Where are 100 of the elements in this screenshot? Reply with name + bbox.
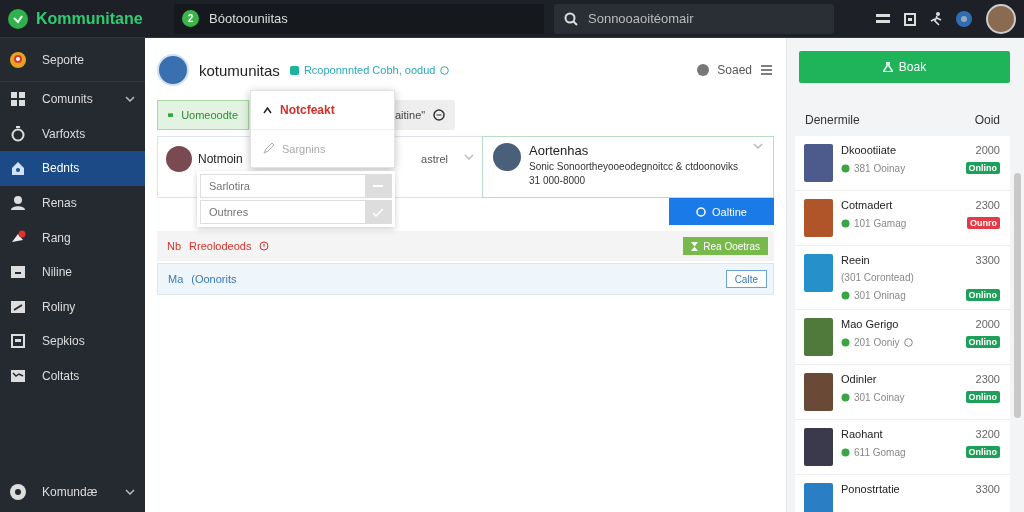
game-meta: 201 Ooniy [854,336,900,348]
check-logo-icon [8,8,28,29]
game-thumbnail [804,318,833,356]
sidebar-item[interactable]: Niline [0,254,145,290]
contact-avatar [493,143,521,171]
hourglass-icon [691,241,699,251]
game-price: 2000 [975,144,1000,156]
sidebar-item[interactable]: Comunits [0,82,145,117]
user-avatar[interactable] [986,3,1016,34]
primary-button[interactable]: Oaltine [669,198,774,225]
menu-icon[interactable] [760,64,774,76]
scrollbar[interactable] [1014,173,1021,418]
sidebar-footer-item[interactable]: Komundæ [0,472,145,512]
count-badge: 2 [182,10,199,27]
game-name: Raohant [841,428,883,440]
workspace-selector[interactable]: 2 Bóotoouniitas [174,3,544,34]
pencil-icon [263,143,274,154]
building-icon[interactable] [904,11,916,26]
game-name: Odinler [841,373,877,385]
header-action-link[interactable]: Soaed [717,63,752,77]
game-price: 3300 [975,254,1000,266]
chevron-circle-icon [433,109,446,121]
search-box[interactable]: Sonnooaoitéomair [554,3,834,34]
list-title: Denermile [805,112,860,127]
menu-item[interactable]: Notcfeakt [251,91,394,129]
contact-detail: astrel [421,153,448,165]
game-thumbnail [804,483,833,512]
game-list-item[interactable]: Dkoootiiate 2000 381 Ooinay Onlino [795,136,1010,191]
workspace-name: Bóotoouniitas [209,11,288,26]
sidebar-item[interactable]: Sepkios [0,324,145,359]
home-icon [10,160,26,177]
game-list-item[interactable]: Ponostrtatie 3300 [795,475,1010,512]
game-name: Reein [841,254,870,266]
sidebar-item[interactable]: Coltats [0,358,145,394]
game-price: 3200 [975,428,1000,440]
sidebar-item[interactable]: Rang [0,220,145,255]
toolbar-button[interactable]: Uomeoodte [157,100,249,130]
frame-icon [10,333,26,350]
status-text: Rcoponnnted Cobh, oodud [303,64,436,76]
game-list-item[interactable]: Mao Gerigo 2000 201 Ooniy Onlino [795,310,1010,365]
status-badge: Onlino [965,162,1000,174]
game-list-item[interactable]: Reein 3300 (301 Corontead) 301 Oninag Onlino [795,246,1010,310]
alert-icon [259,241,270,251]
sidebar-item[interactable]: Roliny [0,289,145,325]
person-icon [10,195,26,212]
circle-icon [696,206,707,217]
game-list-item[interactable]: Odinler 2300 301 Coinay Onlino [795,365,1010,420]
list-icon[interactable] [876,13,890,24]
inbox-icon [10,368,26,385]
banner-button[interactable]: Calte [725,270,767,288]
flask-icon [882,62,893,72]
pen-icon [10,298,26,315]
game-list-item[interactable]: Raohant 3200 611 Gomag Onlino [795,420,1010,475]
list-action-link[interactable]: Ooid [974,112,1000,127]
game-thumbnail [804,373,833,411]
chevron-down-icon [753,143,763,149]
chevron-down-icon [125,489,135,495]
search-field[interactable]: Sonnooaoitéomair [586,10,820,27]
game-price: 2300 [975,199,1000,211]
game-thumbnail [804,144,833,182]
game-price: 2300 [975,373,1000,385]
sidebar-item[interactable]: Renas [0,185,145,221]
game-price: 2000 [975,318,1000,330]
search-icon [564,11,578,26]
input-box[interactable]: Outnres [200,200,392,224]
page-title: kotumunitas [199,61,280,79]
sidebar-item[interactable]: Varfoxts [0,116,145,152]
game-meta: 101 Gamag [854,217,907,229]
timer-icon [10,125,26,142]
status-badge: Ounro [967,217,1000,229]
banner-prefix: Nb [167,240,182,252]
chevron-down-icon [125,96,135,103]
input-box[interactable]: Sarlotira [200,174,392,198]
banner-text: Rreolodeods [189,240,252,252]
user-avatar[interactable] [157,54,189,86]
status-badge: Onlino [965,289,1000,301]
game-name: Cotmadert [841,199,893,211]
check-icon[interactable] [372,207,384,217]
banner-text: (Oonorits [191,273,237,285]
grid-icon [10,91,26,108]
banner-prefix: Ma [168,273,184,285]
game-meta: 301 Oninag [854,289,906,301]
game-meta: 301 Coinay [854,391,905,403]
runner-icon[interactable] [930,11,942,26]
game-name: Ponostrtatie [841,483,900,495]
game-meta: 611 Gomag [854,446,906,458]
game-subtitle: (301 Corontead) [841,272,915,283]
game-thumbnail [804,199,833,237]
status-badge: Onlino [965,446,1000,458]
contact-name: Aortenhas [529,143,590,158]
game-thumbnail [804,428,833,466]
contact-avatar [166,146,192,172]
game-thumbnail [804,254,833,292]
caret-up-icon [263,106,272,114]
sidebar-item[interactable]: Bednts [0,151,145,186]
game-list-item[interactable]: Cotmadert 2300 101 Gamag Ounro [795,191,1010,246]
contact-phone: 31 000-8000 [529,175,587,186]
status-badge: Onlino [965,391,1000,403]
note-icon [10,264,26,281]
contact-description: Sonic Sonoortheyooeodegnoitcc & ctdoonoviks [529,161,740,172]
